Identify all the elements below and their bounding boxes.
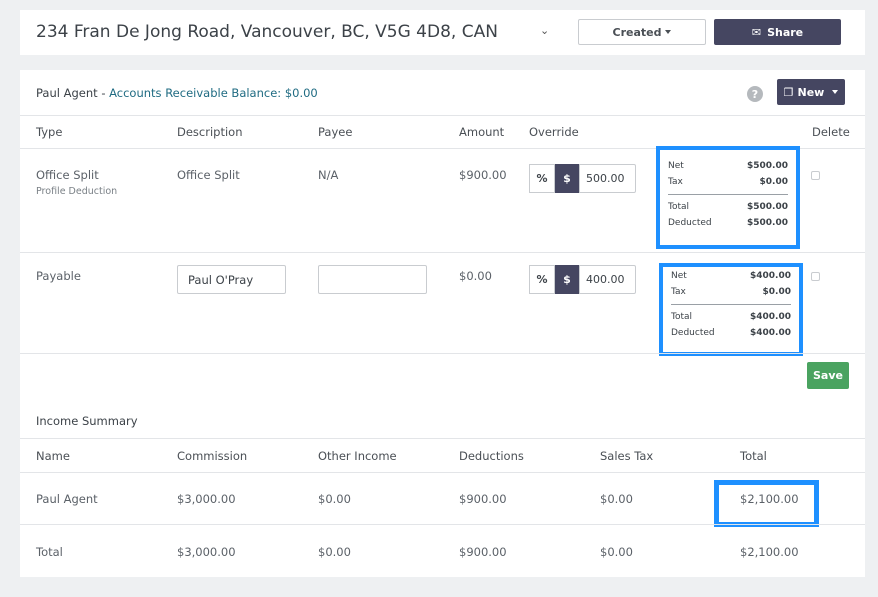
caret-down-icon — [832, 90, 839, 94]
summary-deductions: $900.00 — [459, 545, 507, 559]
column-header-other-income: Other Income — [318, 449, 397, 463]
summary-commission: $3,000.00 — [177, 545, 236, 559]
new-label: New — [797, 85, 825, 99]
row-payee: N/A — [318, 168, 339, 182]
envelope-icon: ✉ — [751, 25, 762, 39]
divider — [20, 252, 865, 253]
summary-total: $2,100.00 — [740, 545, 799, 559]
override-input[interactable] — [579, 265, 636, 294]
row-subtype: Profile Deduction — [36, 186, 118, 197]
row-amount: $900.00 — [459, 168, 507, 182]
tax-label: Tax — [668, 177, 683, 187]
summary-divider — [671, 304, 791, 305]
divider — [20, 353, 865, 354]
delete-checkbox[interactable] — [811, 171, 820, 180]
copy-icon: ❐ — [783, 85, 794, 99]
deducted-label: Deducted — [671, 328, 715, 338]
net-value: $500.00 — [747, 161, 788, 171]
divider — [20, 115, 865, 116]
net-label: Net — [668, 161, 684, 171]
column-header-delete: Delete — [812, 125, 850, 139]
column-header-amount: Amount — [459, 125, 505, 139]
column-header-commission: Commission — [177, 449, 248, 463]
divider — [20, 524, 865, 525]
agent-deductions-panel: Paul Agent - Accounts Receivable Balance… — [20, 70, 865, 577]
row-summary-box: Net $400.00 Tax $0.00 Total $400.00 Deducte… — [659, 263, 803, 356]
dollar-toggle[interactable]: $ — [555, 164, 579, 193]
percent-toggle[interactable]: % — [529, 164, 555, 193]
row-description: Office Split — [177, 168, 240, 182]
column-header-name: Name — [36, 449, 70, 463]
created-status-dropdown[interactable]: Created — [578, 19, 706, 45]
tax-label: Tax — [671, 287, 686, 297]
summary-sales-tax: $0.00 — [600, 492, 633, 506]
caret-down-icon — [665, 30, 672, 34]
row-summary-box: Net $500.00 Tax $0.00 Total $500.00 Deducte… — [656, 146, 800, 249]
summary-other-income: $0.00 — [318, 492, 351, 506]
tax-value: $0.00 — [762, 287, 791, 297]
agent-name: Paul Agent — [36, 86, 98, 100]
summary-sales-tax: $0.00 — [600, 545, 633, 559]
override-input[interactable] — [579, 164, 636, 193]
top-bar: 234 Fran De Jong Road, Vancouver, BC, V5… — [20, 10, 865, 55]
chevron-down-icon[interactable]: ⌄ — [540, 24, 549, 37]
delete-checkbox[interactable] — [811, 272, 820, 281]
deducted-value: $400.00 — [750, 328, 791, 338]
income-summary-title: Income Summary — [36, 414, 138, 428]
dollar-toggle[interactable]: $ — [555, 265, 579, 294]
summary-divider — [668, 194, 788, 195]
divider — [20, 472, 865, 473]
save-button[interactable]: Save — [807, 362, 849, 389]
accounts-receivable-balance[interactable]: Accounts Receivable Balance: $0.00 — [109, 86, 318, 100]
payee-input[interactable] — [318, 265, 427, 294]
deducted-label: Deducted — [668, 218, 712, 228]
total-highlight-box — [714, 480, 819, 527]
description-input[interactable] — [177, 265, 286, 294]
row-amount: $0.00 — [459, 269, 492, 283]
row-type: Payable — [36, 269, 81, 283]
share-label: Share — [767, 25, 804, 39]
created-label: Created — [612, 25, 662, 39]
summary-name: Total — [36, 545, 63, 559]
deducted-value: $500.00 — [747, 218, 788, 228]
share-button[interactable]: ✉ Share — [714, 19, 841, 45]
address-title[interactable]: 234 Fran De Jong Road, Vancouver, BC, V5… — [36, 22, 498, 42]
divider — [20, 438, 865, 439]
net-value: $400.00 — [750, 271, 791, 281]
new-button[interactable]: ❐ New — [777, 79, 845, 105]
override-group: % $ — [529, 164, 636, 193]
tax-value: $0.00 — [759, 177, 788, 187]
summary-other-income: $0.00 — [318, 545, 351, 559]
separator: - — [101, 86, 106, 100]
total-value: $500.00 — [747, 202, 788, 212]
percent-toggle[interactable]: % — [529, 265, 555, 294]
column-header-deductions: Deductions — [459, 449, 524, 463]
column-header-description: Description — [177, 125, 243, 139]
column-header-override: Override — [529, 125, 579, 139]
net-label: Net — [671, 271, 687, 281]
column-header-sales-tax: Sales Tax — [600, 449, 654, 463]
row-type: Office Split — [36, 168, 99, 182]
summary-deductions: $900.00 — [459, 492, 507, 506]
total-value: $400.00 — [750, 312, 791, 322]
total-label: Total — [668, 202, 690, 212]
total-label: Total — [671, 312, 693, 322]
agent-header: Paul Agent - Accounts Receivable Balance… — [36, 86, 318, 100]
summary-commission: $3,000.00 — [177, 492, 236, 506]
column-header-payee: Payee — [318, 125, 353, 139]
override-group: % $ — [529, 265, 636, 294]
column-header-total: Total — [740, 449, 767, 463]
help-icon[interactable]: ? — [747, 86, 763, 102]
column-header-type: Type — [36, 125, 63, 139]
summary-name: Paul Agent — [36, 492, 98, 506]
